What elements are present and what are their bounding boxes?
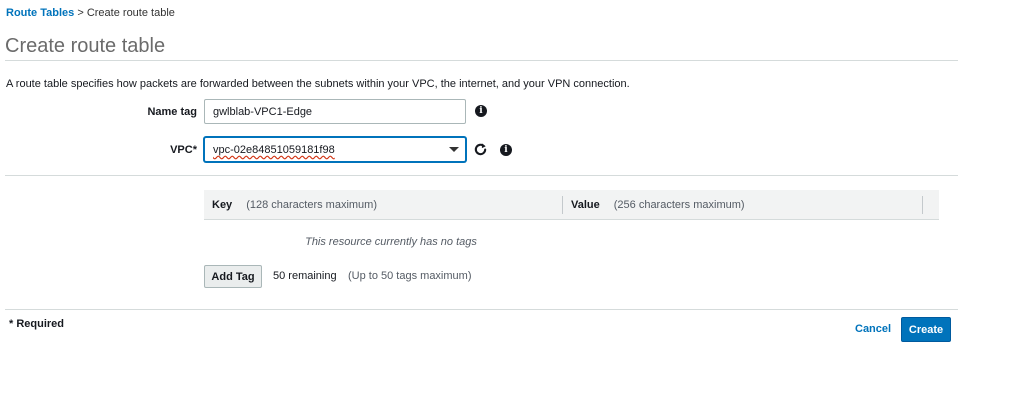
column-divider [562, 196, 563, 214]
key-header-label: Key [212, 199, 233, 211]
chevron-down-icon [449, 147, 459, 152]
name-tag-label: Name tag [147, 106, 197, 118]
key-header-hint: (128 characters maximum) [246, 199, 378, 211]
info-icon[interactable]: i [500, 144, 512, 156]
vpc-select-value: vpc-02e84851059181f98 [213, 144, 335, 156]
value-header-hint: (256 characters maximum) [613, 199, 745, 211]
breadcrumb: Route Tables > Create route table [6, 6, 175, 20]
info-icon[interactable]: i [475, 105, 487, 117]
tags-empty-message: This resource currently has no tags [305, 236, 477, 248]
page-title: Create route table [5, 35, 166, 57]
cancel-button[interactable]: Cancel [851, 322, 895, 336]
page-description: A route table specifies how packets are … [6, 78, 630, 90]
breadcrumb-link-route-tables[interactable]: Route Tables [6, 7, 74, 19]
refresh-icon[interactable] [473, 142, 488, 157]
vpc-select[interactable]: vpc-02e84851059181f98 [204, 137, 466, 162]
key-column-header: Key (128 characters maximum) [212, 199, 377, 211]
name-tag-input[interactable] [204, 99, 466, 124]
create-button[interactable]: Create [901, 317, 951, 342]
tags-table-header: Key (128 characters maximum) Value (256 ch… [204, 190, 939, 220]
column-divider [922, 196, 923, 214]
divider [5, 60, 958, 61]
tags-remaining: 50 remaining [273, 270, 337, 282]
vpc-label: VPC* [170, 144, 197, 156]
divider [5, 309, 958, 310]
breadcrumb-separator: > [77, 7, 84, 19]
add-tag-button[interactable]: Add Tag [204, 265, 262, 288]
breadcrumb-current: Create route table [86, 7, 175, 19]
value-column-header: Value (256 characters maximum) [571, 199, 745, 211]
divider [5, 175, 958, 176]
tags-table: Key (128 characters maximum) Value (256 ch… [204, 190, 939, 220]
required-note: * Required [9, 318, 65, 330]
tags-max-note: (Up to 50 tags maximum) [348, 270, 472, 282]
value-header-label: Value [571, 199, 600, 211]
